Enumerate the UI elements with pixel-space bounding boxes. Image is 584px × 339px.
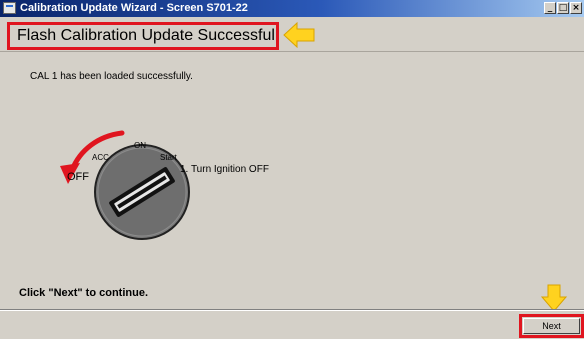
dial-label-start: Start [160, 153, 177, 162]
next-button[interactable]: Next [523, 318, 580, 334]
dial-label-on: ON [134, 141, 146, 150]
status-message: CAL 1 has been loaded successfully. [30, 71, 193, 82]
button-bar [0, 309, 584, 339]
continue-hint: Click "Next" to continue. [19, 287, 149, 299]
dial-label-off: OFF [67, 171, 89, 183]
minimize-button[interactable]: _ [544, 2, 556, 14]
title-bar[interactable]: Calibration Update Wizard - Screen S701-… [0, 0, 584, 17]
dial-label-acc: ACC [92, 153, 109, 162]
next-button-highlight: Next [519, 314, 584, 338]
close-button[interactable]: × [570, 2, 582, 14]
maximize-button[interactable]: □ [557, 2, 569, 14]
ignition-instruction: 1. Turn Ignition OFF [180, 164, 269, 175]
yellow-left-arrow-icon [283, 22, 315, 48]
window-controls: _ □ × [544, 2, 582, 14]
wizard-window: Calibration Update Wizard - Screen S701-… [0, 0, 584, 339]
window-title: Calibration Update Wizard - Screen S701-… [20, 2, 248, 14]
app-icon [3, 2, 16, 14]
page-title: Flash Calibration Update Successful [7, 22, 279, 50]
yellow-down-arrow-icon [541, 284, 567, 312]
